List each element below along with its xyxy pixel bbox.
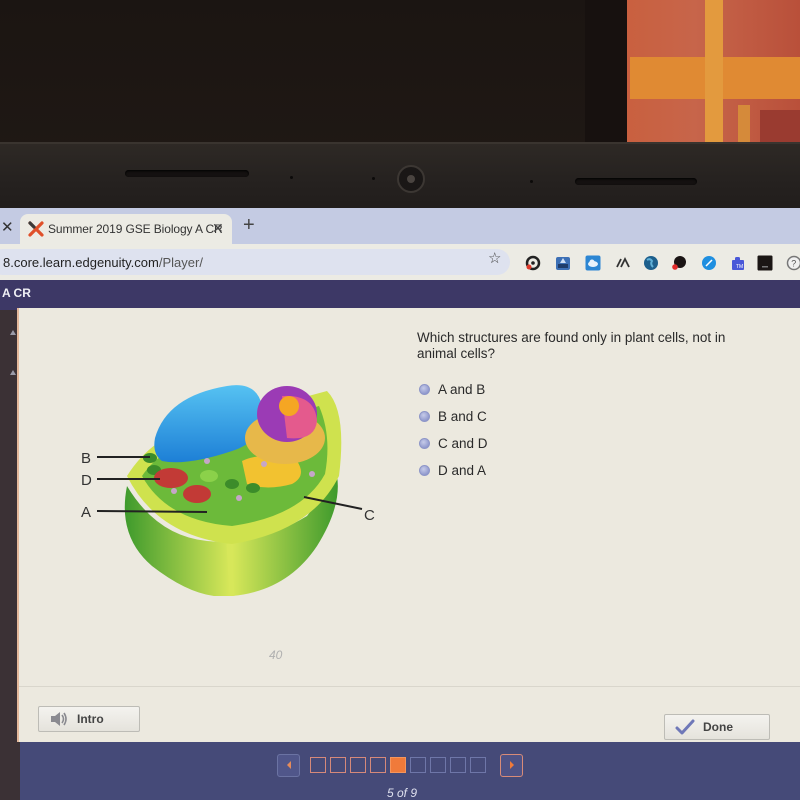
url-path: /Player/ [158, 255, 203, 270]
new-tab-button[interactable]: + [243, 215, 255, 235]
page-navigator [277, 753, 523, 777]
chloroplast [200, 470, 218, 482]
option-label: A and B [438, 382, 486, 397]
edgenuity-favicon-icon [28, 221, 44, 237]
chloroplast [225, 479, 239, 489]
answer-option[interactable]: D and A [419, 457, 488, 484]
speaker-grille [575, 178, 697, 185]
globe-icon[interactable] [643, 255, 659, 271]
dark-background [0, 0, 640, 150]
expand-arrow-icon[interactable] [10, 330, 16, 335]
answer-options: A and B B and C C and D D and A [419, 376, 488, 484]
intro-button[interactable]: Intro [38, 706, 140, 732]
puzzle-icon[interactable]: TM [730, 255, 746, 271]
checkmark-icon [675, 719, 695, 735]
bookmark-star-icon[interactable]: ☆ [488, 249, 501, 267]
page-squares [310, 757, 490, 773]
radio-button[interactable] [419, 465, 430, 476]
option-label: D and A [438, 463, 487, 478]
done-label: Done [703, 720, 733, 734]
divider [19, 686, 800, 687]
option-label: B and C [438, 409, 487, 424]
answer-option[interactable]: A and B [419, 376, 488, 403]
compass-icon[interactable] [701, 255, 717, 271]
label-d: D [81, 472, 92, 489]
page-square-current[interactable] [390, 757, 406, 773]
next-button[interactable] [500, 753, 523, 777]
page-square[interactable] [470, 757, 486, 773]
page-square[interactable] [350, 757, 366, 773]
speaker-grille [125, 170, 249, 177]
page-square[interactable] [370, 757, 386, 773]
sensor-dot [372, 177, 375, 180]
plant-cell-diagram: B D A C [81, 385, 375, 596]
radio-button[interactable] [419, 411, 430, 422]
page-square[interactable] [450, 757, 466, 773]
sensor-dot [290, 176, 293, 179]
label-b: B [81, 450, 91, 467]
browser-tab[interactable]: Summer 2019 GSE Biology A CR ✕ [20, 214, 232, 244]
label-a: A [81, 504, 91, 521]
monitor-edge [585, 0, 627, 150]
radio-button[interactable] [419, 384, 430, 395]
paint-icon[interactable] [671, 255, 687, 271]
intro-label: Intro [77, 712, 104, 726]
nucleolus [279, 396, 299, 416]
activity-panel: B D A C Which structures are found only … [17, 308, 800, 742]
page-square[interactable] [410, 757, 426, 773]
expand-arrow-icon[interactable] [10, 370, 16, 375]
handwritten-mark: 40 [269, 648, 283, 662]
chloroplast [246, 483, 260, 493]
sensor-dot [530, 180, 533, 183]
url-text[interactable]: 8.core.learn.edgenuity.com/Player/ [3, 255, 203, 270]
done-button[interactable]: Done [664, 714, 770, 740]
tab-close-icon[interactable]: ✕ [212, 220, 224, 237]
shelf-post [705, 0, 723, 155]
cloud-icon[interactable] [585, 255, 601, 271]
page-count: 5 of 9 [387, 786, 418, 800]
tab-strip: ✕ Summer 2019 GSE Biology A CR ✕ + [0, 208, 800, 244]
dark-square-icon[interactable] [757, 255, 773, 271]
answer-option[interactable]: B and C [419, 403, 488, 430]
svg-text:?: ? [791, 259, 796, 269]
browser-toolbar: 8.core.learn.edgenuity.com/Player/ ☆ TM … [0, 244, 800, 280]
chevron-left-icon [286, 761, 291, 769]
laptop-screen: ✕ Summer 2019 GSE Biology A CR ✕ + 8.cor… [0, 208, 800, 800]
page-square[interactable] [430, 757, 446, 773]
chevron-right-icon [509, 761, 514, 769]
course-title: A CR [2, 286, 31, 300]
inbox-icon[interactable] [555, 255, 571, 271]
url-host: 8.core.learn.edgenuity.com [3, 255, 159, 270]
speaker-icon [49, 711, 69, 727]
answer-option[interactable]: C and D [419, 430, 488, 457]
previous-button[interactable] [277, 753, 300, 777]
webcam [397, 165, 425, 193]
logo-icon[interactable] [615, 255, 631, 271]
help-icon[interactable]: ? [786, 255, 800, 271]
page-square[interactable] [330, 757, 346, 773]
address-bar[interactable]: 8.core.learn.edgenuity.com/Player/ [0, 249, 510, 275]
svg-text:TM: TM [736, 264, 743, 270]
mitochondrion [183, 485, 211, 503]
question-text: Which structures are found only in plant… [417, 330, 726, 361]
tab-title: Summer 2019 GSE Biology A CR [48, 222, 223, 236]
radio-button[interactable] [419, 438, 430, 449]
close-icon[interactable]: ✕ [0, 214, 18, 244]
page-square[interactable] [310, 757, 326, 773]
label-c: C [364, 507, 375, 524]
target-icon[interactable] [525, 255, 541, 271]
course-header: A CR [0, 280, 800, 310]
option-label: C and D [438, 436, 488, 451]
